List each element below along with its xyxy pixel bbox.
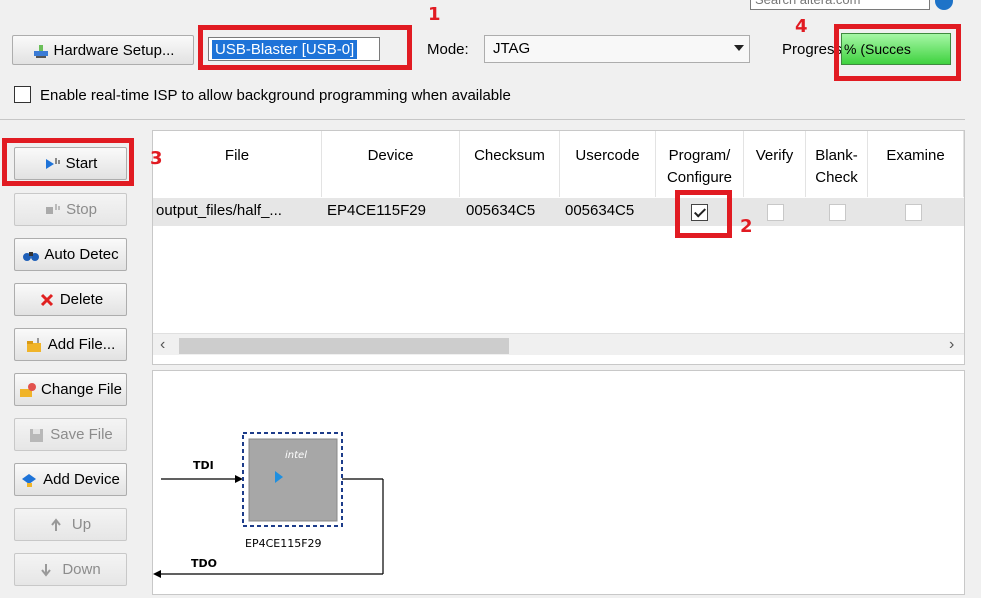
scroll-right-icon[interactable]: › <box>949 336 954 354</box>
column-header-blank-check[interactable]: Blank- Check <box>806 131 868 197</box>
save-file-label: Save File <box>50 426 113 443</box>
annotation-number-3: 3 <box>150 148 163 169</box>
hardware-setup-button[interactable]: Hardware Setup... <box>12 35 194 65</box>
horizontal-scrollbar[interactable]: ‹ › <box>153 333 964 355</box>
annotation-number-2: 2 <box>740 216 753 237</box>
stop-label: Stop <box>66 201 97 218</box>
row-checksum: 005634C5 <box>466 202 536 219</box>
add-file-button[interactable]: Add File... <box>14 328 127 361</box>
down-arrow-icon <box>40 562 58 578</box>
examine-checkbox[interactable] <box>905 204 922 221</box>
jtag-chain-diagram: TDI intel TDO EP4CE115F29 <box>153 432 384 578</box>
annotation-box-hardware <box>198 25 412 70</box>
auto-detect-label: Auto Detec <box>44 246 119 263</box>
add-file-label: Add File... <box>47 336 116 353</box>
search-input[interactable]: Search altera.com <box>750 0 930 10</box>
device-table: File Device Checksum Usercode Program/ C… <box>152 130 965 365</box>
mode-label: Mode: <box>427 41 469 58</box>
tdi-arrow <box>235 475 243 483</box>
delete-button[interactable]: Delete <box>14 283 127 316</box>
column-header-program-configure[interactable]: Program/ Configure <box>656 131 744 197</box>
stop-icon <box>44 202 62 218</box>
jtag-chain-panel: TDI intel TDO EP4CE115F29 <box>152 370 965 595</box>
column-header-file[interactable]: File <box>153 131 322 197</box>
annotation-box-start <box>2 138 134 186</box>
change-file-button[interactable]: Change File <box>14 373 127 406</box>
tdo-label: TDO <box>191 557 217 570</box>
up-arrow-icon <box>50 517 68 533</box>
stop-button[interactable]: Stop <box>14 193 127 226</box>
scrollbar-thumb[interactable] <box>179 338 509 354</box>
binoculars-icon <box>22 247 40 263</box>
row-usercode: 005634C5 <box>565 202 635 219</box>
save-file-button[interactable]: Save File <box>14 418 127 451</box>
isp-checkbox[interactable] <box>14 86 31 103</box>
down-button[interactable]: Down <box>14 553 127 586</box>
row-file: output_files/half_... <box>156 202 282 219</box>
add-device-label: Add Device <box>43 471 120 488</box>
verify-checkbox[interactable] <box>767 204 784 221</box>
intel-logo-text: intel <box>285 450 307 461</box>
hardware-icon <box>32 42 50 58</box>
device-name-label: EP4CE115F29 <box>245 537 322 550</box>
add-device-button[interactable]: Add Device <box>14 463 127 496</box>
annotation-number-1: 1 <box>428 4 441 25</box>
change-file-label: Change File <box>41 381 122 398</box>
annotation-number-4: 4 <box>795 16 808 37</box>
annotation-box-program <box>675 190 732 238</box>
hardware-setup-label: Hardware Setup... <box>53 41 175 59</box>
delete-icon <box>38 292 56 308</box>
column-header-usercode[interactable]: Usercode <box>560 131 656 197</box>
column-header-device[interactable]: Device <box>322 131 460 197</box>
chevron-down-icon[interactable] <box>734 45 744 51</box>
scroll-left-icon[interactable]: ‹ <box>160 336 165 354</box>
column-header-examine[interactable]: Examine <box>868 131 964 197</box>
up-button[interactable]: Up <box>14 508 127 541</box>
up-label: Up <box>71 516 92 533</box>
table-row[interactable]: output_files/half_... EP4CE115F29 005634… <box>153 198 964 226</box>
blank-check-checkbox[interactable] <box>829 204 846 221</box>
mode-value: JTAG <box>493 40 531 57</box>
auto-detect-button[interactable]: Auto Detec <box>14 238 127 271</box>
change-file-icon <box>19 382 37 398</box>
isp-label: Enable real-time ISP to allow background… <box>40 87 511 104</box>
delete-label: Delete <box>59 291 104 308</box>
mode-select[interactable]: JTAG <box>484 35 750 63</box>
column-header-verify[interactable]: Verify <box>744 131 806 197</box>
folder-add-icon <box>26 337 44 353</box>
save-icon <box>28 427 46 443</box>
add-device-icon <box>21 472 39 488</box>
column-header-checksum[interactable]: Checksum <box>460 131 560 197</box>
tdi-label: TDI <box>193 459 214 472</box>
down-label: Down <box>62 561 101 578</box>
annotation-box-progress <box>834 24 961 81</box>
row-device: EP4CE115F29 <box>327 202 426 219</box>
tdo-arrow <box>153 570 161 578</box>
